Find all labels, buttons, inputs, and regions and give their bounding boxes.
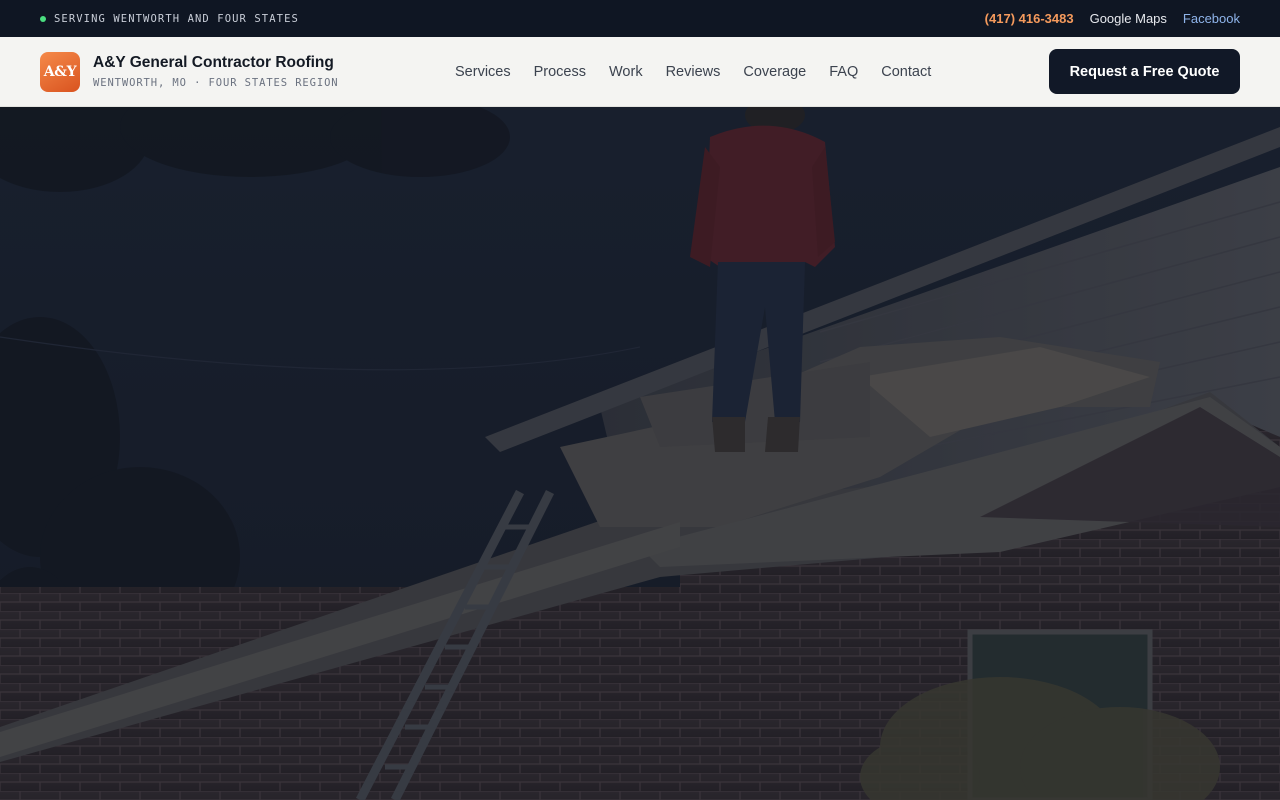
- brand-name: A&Y General Contractor Roofing: [93, 54, 334, 71]
- nav-faq[interactable]: FAQ: [829, 64, 858, 80]
- facebook-link[interactable]: Facebook: [1183, 11, 1240, 26]
- nav-work[interactable]: Work: [609, 64, 643, 80]
- hero-scene: [0, 107, 1280, 800]
- nav-services[interactable]: Services: [455, 64, 511, 80]
- brand-subtitle: WENTWORTH, MO · FOUR STATES REGION: [93, 77, 339, 89]
- hero-background-image: [0, 107, 1280, 800]
- top-links: (417) 416-3483 Google Maps Facebook: [985, 11, 1240, 26]
- request-quote-button[interactable]: Request a Free Quote: [1049, 49, 1240, 94]
- site-header: A&Y A&Y General Contractor Roofing WENTW…: [0, 37, 1280, 107]
- serving-text: SERVING WENTWORTH AND FOUR STATES: [54, 12, 299, 25]
- nav-coverage[interactable]: Coverage: [743, 64, 806, 80]
- brand-text: A&Y General Contractor Roofing WENTWORTH…: [93, 54, 339, 89]
- service-area-notice: SERVING WENTWORTH AND FOUR STATES: [40, 13, 299, 25]
- phone-link[interactable]: (417) 416-3483: [985, 11, 1074, 26]
- nav-process[interactable]: Process: [534, 64, 586, 80]
- google-maps-link[interactable]: Google Maps: [1090, 11, 1167, 26]
- brand[interactable]: A&Y A&Y General Contractor Roofing WENTW…: [40, 51, 440, 92]
- nav-reviews[interactable]: Reviews: [666, 64, 721, 80]
- main-nav: Services Process Work Reviews Coverage F…: [455, 64, 931, 80]
- logo[interactable]: A&Y: [40, 51, 80, 92]
- status-dot-icon: [40, 15, 46, 22]
- nav-contact[interactable]: Contact: [881, 64, 931, 80]
- top-bar: SERVING WENTWORTH AND FOUR STATES (417) …: [0, 0, 1280, 37]
